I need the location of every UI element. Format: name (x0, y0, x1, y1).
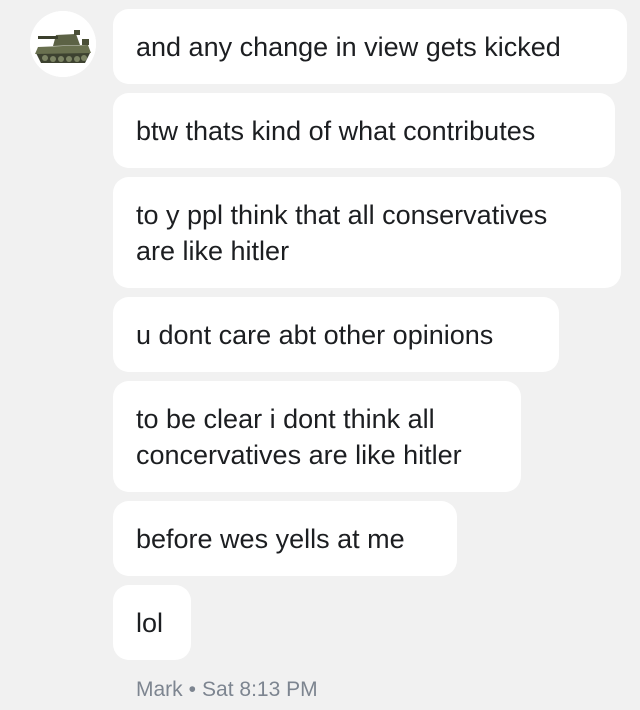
message-bubble[interactable]: btw thats kind of what contributes (113, 93, 615, 168)
message-bubble[interactable]: to be clear i dont think all concervativ… (113, 381, 521, 492)
message-text: are like hitler (136, 235, 290, 266)
message-bubble[interactable]: to y ppl think that all conservatives ar… (113, 177, 621, 288)
message-meta: Mark • Sat 8:13 PM (136, 676, 318, 704)
message-timestamp: Sat 8:13 PM (202, 678, 318, 701)
sender-avatar[interactable] (30, 11, 96, 77)
meta-separator: • (188, 678, 197, 701)
sender-name[interactable]: Mark (136, 678, 183, 701)
message-text: u dont care abt other opinions (136, 319, 494, 350)
message-text: concervatives are like hitler (136, 439, 462, 470)
message-text: btw thats kind of what contributes (136, 115, 536, 146)
message-text: to y ppl think that all conservatives (136, 199, 548, 230)
message-text: to be clear i dont think all (136, 403, 435, 434)
message-bubble[interactable]: and any change in view gets kicked (113, 9, 627, 84)
message-text: lol (136, 607, 164, 638)
tank-avatar-icon (30, 11, 96, 77)
message-text: and any change in view gets kicked (136, 31, 561, 62)
message-bubble[interactable]: lol (113, 585, 191, 660)
message-bubble[interactable]: before wes yells at me (113, 501, 457, 576)
message-text: before wes yells at me (136, 523, 405, 554)
message-bubble[interactable]: u dont care abt other opinions (113, 297, 559, 372)
